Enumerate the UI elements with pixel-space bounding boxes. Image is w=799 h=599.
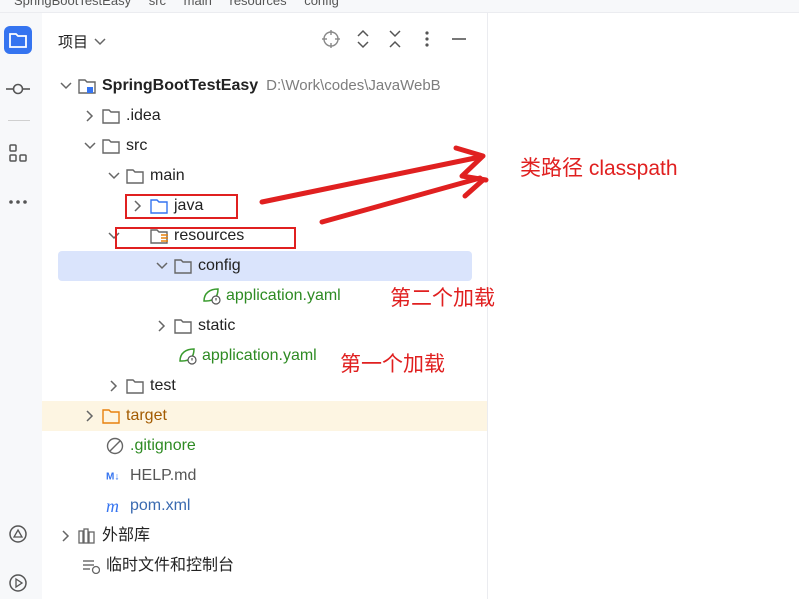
second-load-annotation: 第二个加载 xyxy=(390,287,495,310)
classpath-annotation: 类路径 classpath xyxy=(520,157,678,180)
first-load-annotation: 第一个加载 xyxy=(340,353,445,376)
arrow-icon xyxy=(259,145,489,225)
